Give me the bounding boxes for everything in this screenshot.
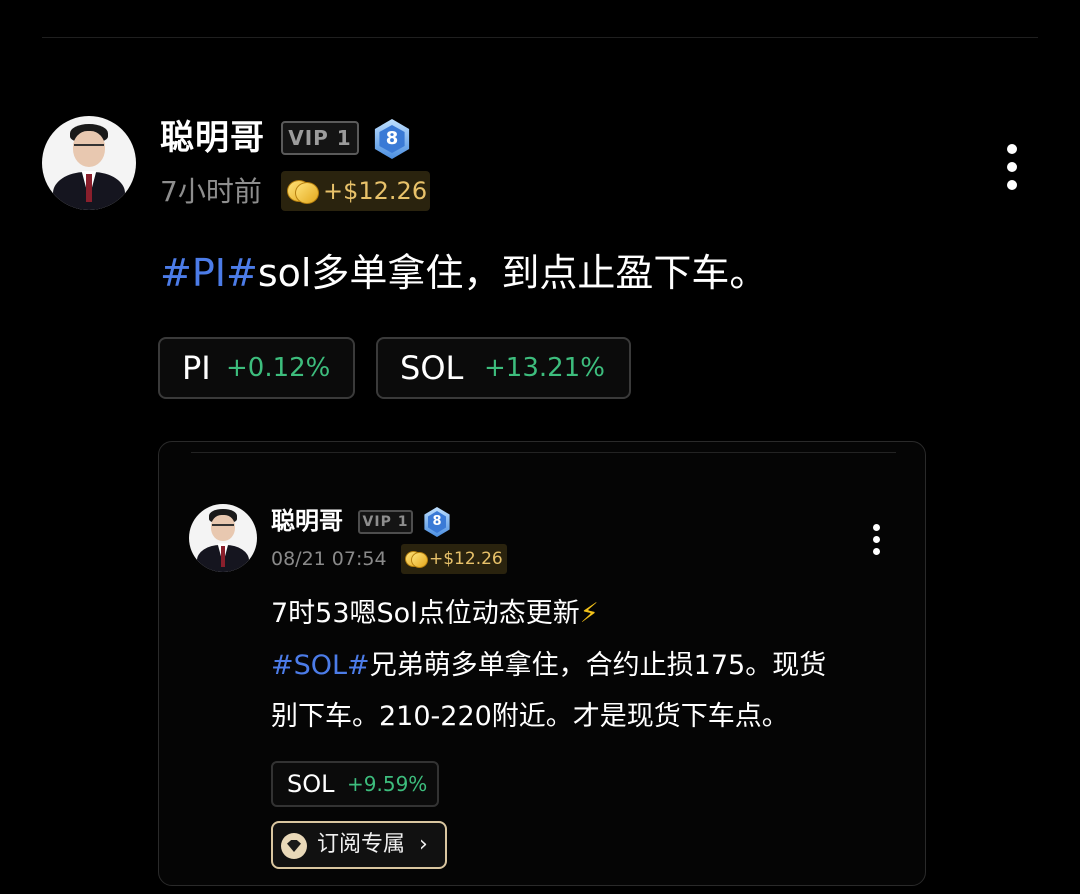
level-badge: 8: [373, 119, 411, 159]
more-vertical-icon: [1007, 144, 1017, 154]
quoted-hashtag-link[interactable]: #SOL#: [271, 650, 370, 681]
post-time: 7小时前: [160, 175, 262, 208]
more-options-button[interactable]: [1000, 142, 1024, 192]
quoted-level-badge: 8: [423, 507, 451, 537]
post-body: sol多单拿住，到点止盈下车。: [257, 251, 768, 295]
quoted-line-3: 别下车。210-220附近。才是现货下车点。: [271, 701, 789, 732]
quoted-line-2-text: 兄弟萌多单拿住，合约止损175。现货: [369, 650, 827, 681]
quoted-tip-chip: +$12.26: [401, 544, 507, 574]
quoted-line-1: 7时53嗯Sol点位动态更新⚡: [271, 594, 599, 634]
coin-symbol: PI: [182, 349, 211, 387]
coin-symbol: SOL: [287, 770, 335, 798]
quoted-coin-chip-sol[interactable]: SOL +9.59%: [271, 761, 439, 807]
avatar[interactable]: [42, 116, 136, 210]
coin-symbol: SOL: [400, 349, 464, 387]
coin-change: +0.12%: [226, 353, 331, 383]
quoted-avatar[interactable]: [189, 504, 257, 572]
hashtag-link[interactable]: #PI#: [160, 251, 258, 295]
more-dot: [1007, 180, 1017, 190]
diamond-icon: [281, 833, 307, 859]
coin-change: +13.21%: [484, 353, 605, 383]
coin-icon: [287, 178, 319, 204]
more-dot: [1007, 162, 1017, 172]
author-name[interactable]: 聪明哥: [160, 116, 265, 160]
post-content: #PI#sol多单拿住，到点止盈下车。: [160, 248, 767, 298]
subscribe-exclusive-button[interactable]: 订阅专属 ›: [271, 821, 447, 869]
tip-chip: +$12.26: [281, 171, 430, 211]
quoted-author-name[interactable]: 聪明哥: [271, 504, 343, 538]
subscribe-label: 订阅专属: [317, 832, 406, 857]
vip-badge: VIP 1: [281, 121, 359, 155]
quoted-vip-badge: VIP 1: [358, 510, 413, 534]
more-dot: [873, 536, 880, 543]
quoted-post-card[interactable]: 聪明哥 VIP 1 8 08/21 07:54 +$12.26 7时53嗯Sol…: [158, 441, 926, 886]
quoted-time: 08/21 07:54: [271, 548, 387, 570]
quoted-line-2: #SOL#兄弟萌多单拿住，合约止损175。现货: [271, 646, 826, 686]
lightning-icon: ⚡: [579, 598, 599, 629]
coin-change: +9.59%: [347, 772, 428, 796]
top-divider: [42, 37, 1038, 38]
quoted-line-1-text: 7时53嗯Sol点位动态更新: [271, 598, 580, 629]
coin-chip-pi[interactable]: PI +0.12%: [158, 337, 355, 399]
quoted-more-options-button[interactable]: [869, 524, 885, 556]
coin-chip-sol[interactable]: SOL +13.21%: [376, 337, 631, 399]
quoted-tip-amount: +$12.26: [429, 549, 503, 569]
more-dot: [873, 548, 880, 555]
tip-amount: +$12.26: [323, 177, 428, 205]
coin-icon: [405, 549, 428, 569]
post-page: 聪明哥 VIP 1 8 7小时前 +$12.26 #PI#sol多单拿住，到点止…: [0, 0, 1080, 894]
more-vertical-icon: [873, 524, 880, 531]
chevron-right-icon: ›: [419, 832, 428, 857]
quote-divider: [191, 452, 896, 453]
